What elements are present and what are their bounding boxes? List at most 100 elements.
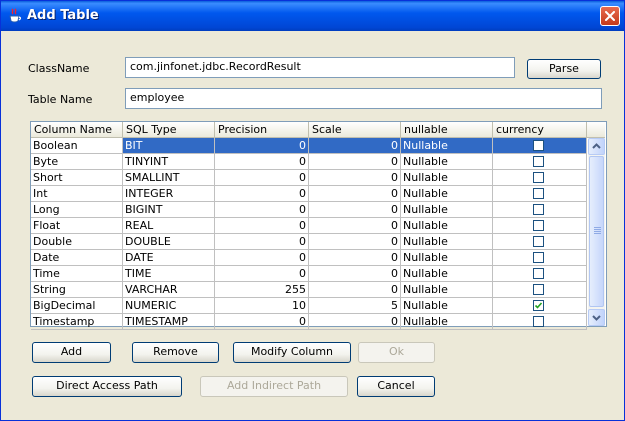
scroll-up-button[interactable]: [588, 138, 605, 155]
cell-column-name[interactable]: BigDecimal: [31, 298, 123, 314]
cell-column-name[interactable]: String: [31, 282, 123, 298]
cell-precision[interactable]: 0: [215, 266, 309, 282]
add-button[interactable]: Add: [32, 342, 111, 363]
header-nullable[interactable]: nullable: [401, 122, 493, 137]
cell-nullable[interactable]: Nullable: [401, 282, 493, 298]
cell-scale[interactable]: 0: [309, 282, 401, 298]
currency-checkbox[interactable]: [533, 140, 544, 151]
cell-column-name[interactable]: Date: [31, 250, 123, 266]
cell-scale[interactable]: 0: [309, 202, 401, 218]
cell-scale[interactable]: 0: [309, 186, 401, 202]
title-bar[interactable]: Add Table: [1, 1, 624, 31]
cell-sql-type[interactable]: DOUBLE: [123, 234, 215, 250]
cell-column-name[interactable]: Float: [31, 218, 123, 234]
cell-precision[interactable]: 0: [215, 250, 309, 266]
cell-precision[interactable]: 0: [215, 234, 309, 250]
cell-nullable[interactable]: Nullable: [401, 314, 493, 330]
table-row[interactable]: Byte TINYINT 0 0 Nullable: [31, 154, 587, 170]
header-scale[interactable]: Scale: [309, 122, 401, 137]
cell-nullable[interactable]: Nullable: [401, 154, 493, 170]
cell-scale[interactable]: 0: [309, 170, 401, 186]
cell-precision[interactable]: 10: [215, 298, 309, 314]
table-row[interactable]: Float REAL 0 0 Nullable: [31, 218, 587, 234]
cell-sql-type[interactable]: BIT: [123, 138, 215, 154]
cell-nullable[interactable]: Nullable: [401, 234, 493, 250]
ok-button[interactable]: Ok: [358, 342, 435, 363]
scroll-down-button[interactable]: [588, 309, 605, 326]
currency-checkbox[interactable]: [533, 316, 544, 327]
cell-sql-type[interactable]: INTEGER: [123, 186, 215, 202]
cell-precision[interactable]: 255: [215, 282, 309, 298]
cell-nullable[interactable]: Nullable: [401, 266, 493, 282]
cell-column-name[interactable]: Boolean: [31, 138, 123, 154]
cell-nullable[interactable]: Nullable: [401, 218, 493, 234]
parse-button[interactable]: Parse: [527, 59, 601, 79]
cell-sql-type[interactable]: NUMERIC: [123, 298, 215, 314]
cell-column-name[interactable]: Short: [31, 170, 123, 186]
cell-column-name[interactable]: Byte: [31, 154, 123, 170]
table-row[interactable]: Date DATE 0 0 Nullable: [31, 250, 587, 266]
cell-sql-type[interactable]: VARCHAR: [123, 282, 215, 298]
class-name-input[interactable]: com.jinfonet.jdbc.RecordResult: [125, 57, 515, 78]
currency-checkbox[interactable]: [533, 172, 544, 183]
table-row[interactable]: Long BIGINT 0 0 Nullable: [31, 202, 587, 218]
cell-nullable[interactable]: Nullable: [401, 202, 493, 218]
cell-precision[interactable]: 0: [215, 186, 309, 202]
cell-sql-type[interactable]: TINYINT: [123, 154, 215, 170]
cell-sql-type[interactable]: REAL: [123, 218, 215, 234]
header-precision[interactable]: Precision: [215, 122, 309, 137]
cell-sql-type[interactable]: TIME: [123, 266, 215, 282]
header-column-name[interactable]: Column Name: [31, 122, 123, 137]
table-row[interactable]: Boolean BIT 0 0 Nullable: [31, 138, 587, 154]
table-row[interactable]: Int INTEGER 0 0 Nullable: [31, 186, 587, 202]
cell-precision[interactable]: 0: [215, 202, 309, 218]
cell-precision[interactable]: 0: [215, 170, 309, 186]
table-row[interactable]: String VARCHAR 255 0 Nullable: [31, 282, 587, 298]
header-sql-type[interactable]: SQL Type: [123, 122, 215, 137]
cell-precision[interactable]: 0: [215, 138, 309, 154]
cell-scale[interactable]: 5: [309, 298, 401, 314]
cell-sql-type[interactable]: BIGINT: [123, 202, 215, 218]
header-currency[interactable]: currency: [493, 122, 587, 137]
currency-checkbox[interactable]: [533, 156, 544, 167]
cell-nullable[interactable]: Nullable: [401, 186, 493, 202]
table-row[interactable]: Time TIME 0 0 Nullable: [31, 266, 587, 282]
remove-button[interactable]: Remove: [132, 342, 219, 363]
vertical-scrollbar[interactable]: [588, 138, 605, 326]
cell-nullable[interactable]: Nullable: [401, 138, 493, 154]
cell-column-name[interactable]: Time: [31, 266, 123, 282]
cell-column-name[interactable]: Double: [31, 234, 123, 250]
cell-nullable[interactable]: Nullable: [401, 250, 493, 266]
currency-checkbox[interactable]: [533, 284, 544, 295]
table-row[interactable]: BigDecimal NUMERIC 10 5 Nullable: [31, 298, 587, 314]
table-row[interactable]: Timestamp TIMESTAMP 0 0 Nullable: [31, 314, 587, 330]
table-name-input[interactable]: employee: [125, 88, 602, 109]
modify-column-button[interactable]: Modify Column: [233, 342, 351, 363]
close-button[interactable]: [600, 6, 620, 26]
cell-nullable[interactable]: Nullable: [401, 170, 493, 186]
currency-checkbox[interactable]: [533, 252, 544, 263]
cell-sql-type[interactable]: DATE: [123, 250, 215, 266]
currency-checkbox[interactable]: [533, 236, 544, 247]
cell-precision[interactable]: 0: [215, 154, 309, 170]
cell-precision[interactable]: 0: [215, 218, 309, 234]
currency-checkbox[interactable]: [533, 300, 544, 311]
cell-sql-type[interactable]: SMALLINT: [123, 170, 215, 186]
cell-scale[interactable]: 0: [309, 266, 401, 282]
cell-scale[interactable]: 0: [309, 250, 401, 266]
cell-sql-type[interactable]: TIMESTAMP: [123, 314, 215, 330]
currency-checkbox[interactable]: [533, 204, 544, 215]
cell-nullable[interactable]: Nullable: [401, 298, 493, 314]
currency-checkbox[interactable]: [533, 268, 544, 279]
cell-scale[interactable]: 0: [309, 218, 401, 234]
table-row[interactable]: Short SMALLINT 0 0 Nullable: [31, 170, 587, 186]
add-indirect-path-button[interactable]: Add Indirect Path: [200, 376, 348, 397]
table-row[interactable]: Double DOUBLE 0 0 Nullable: [31, 234, 587, 250]
cell-column-name[interactable]: Long: [31, 202, 123, 218]
cell-column-name[interactable]: Timestamp: [31, 314, 123, 330]
cell-scale[interactable]: 0: [309, 314, 401, 330]
scroll-thumb[interactable]: [589, 156, 604, 307]
currency-checkbox[interactable]: [533, 220, 544, 231]
cell-column-name[interactable]: Int: [31, 186, 123, 202]
cell-scale[interactable]: 0: [309, 234, 401, 250]
